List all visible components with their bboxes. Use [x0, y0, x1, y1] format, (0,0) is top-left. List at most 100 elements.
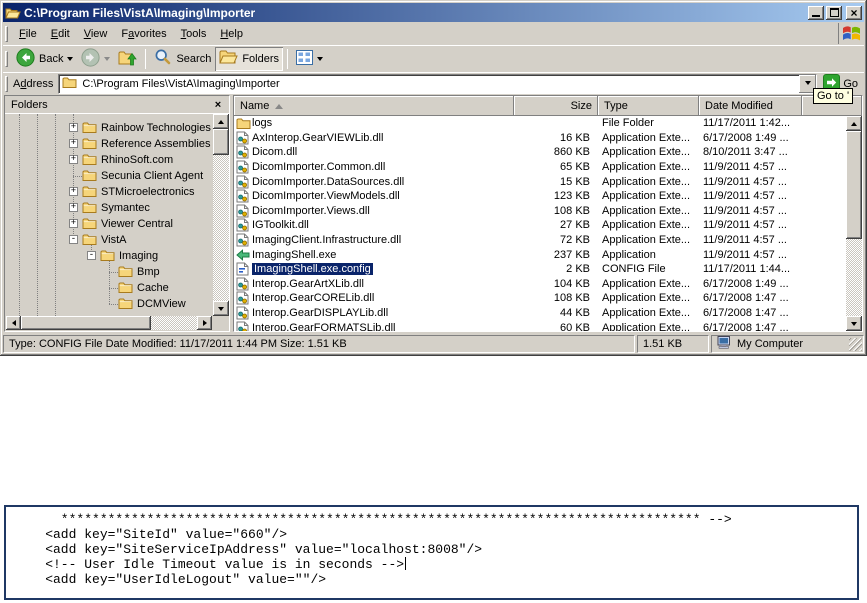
close-button[interactable]: ×	[846, 5, 862, 20]
file-name[interactable]: Interop.GearDISPLAYLib.dll	[252, 307, 388, 319]
tree-item[interactable]: + RhinoSoft.com	[6, 152, 212, 168]
tree-item[interactable]: DCMView	[6, 296, 212, 312]
file-name[interactable]: DicomImporter.DataSources.dll	[252, 176, 404, 188]
forward-button[interactable]	[77, 47, 114, 71]
tree-item-label[interactable]: Bmp	[135, 265, 162, 279]
tree-item[interactable]: Bmp	[6, 264, 212, 280]
file-name[interactable]: Dicom.dll	[252, 146, 297, 158]
tree-item[interactable]: + Rainbow Technologies	[6, 120, 212, 136]
tree-horizontal-scrollbar[interactable]	[6, 316, 212, 330]
tree-item-label[interactable]: Rainbow Technologies	[99, 121, 212, 135]
menu-item-tools[interactable]: Tools	[174, 26, 214, 42]
file-row[interactable]: AxInterop.GearVIEWLib.dll 16 KB Applicatio…	[234, 131, 846, 146]
menu-item-file[interactable]: File	[12, 26, 44, 42]
minimize-button[interactable]	[808, 5, 824, 20]
tree-toggle-plus[interactable]: +	[69, 187, 78, 196]
tree-toggle-minus[interactable]: -	[69, 235, 78, 244]
column-header-name[interactable]: Name	[234, 96, 514, 116]
file-name[interactable]: Interop.GearArtXLib.dll	[252, 278, 364, 290]
file-name[interactable]: DicomImporter.Common.dll	[252, 161, 385, 173]
tree-item[interactable]: + Viewer Central	[6, 216, 212, 232]
scroll-right-icon[interactable]	[197, 316, 212, 330]
file-name[interactable]: Interop.GearCORELib.dll	[252, 292, 374, 304]
file-row[interactable]: DicomImporter.ViewModels.dll 123 KB Applic…	[234, 189, 846, 204]
file-name[interactable]: DicomImporter.ViewModels.dll	[252, 190, 400, 202]
tree-toggle-minus[interactable]: -	[87, 251, 96, 260]
file-name[interactable]: IGToolkit.dll	[252, 219, 309, 231]
address-input[interactable]: C:\Program Files\VistA\Imaging\Importer	[58, 73, 818, 94]
resize-grip[interactable]	[849, 338, 862, 351]
file-name[interactable]: ImagingShell.exe.config	[252, 263, 373, 276]
tree-scroll-thumb[interactable]	[213, 129, 229, 155]
tree-toggle-plus[interactable]: +	[69, 219, 78, 228]
column-header-type[interactable]: Type	[598, 96, 699, 116]
maximize-button[interactable]	[826, 5, 842, 20]
views-dropdown-icon[interactable]	[317, 57, 324, 64]
tree-toggle-plus[interactable]: +	[69, 139, 78, 148]
column-header-date-modified[interactable]: Date Modified	[699, 96, 802, 116]
file-row[interactable]: Dicom.dll 860 KB Application Exte... 8/10/2…	[234, 145, 846, 160]
tree-toggle-plus[interactable]: +	[69, 123, 78, 132]
tree-vertical-scrollbar[interactable]	[213, 114, 229, 316]
file-name[interactable]: ImagingShell.exe	[252, 249, 336, 261]
forward-dropdown-icon[interactable]	[104, 57, 111, 64]
scroll-down-icon[interactable]	[213, 301, 229, 316]
folders-button[interactable]: Folders	[215, 46, 284, 71]
tree-toggle-plus[interactable]: +	[69, 155, 78, 164]
scroll-left-icon[interactable]	[6, 316, 21, 330]
file-row[interactable]: ImagingShell.exe.config 2 KB CONFIG File 11…	[234, 262, 846, 277]
file-row[interactable]: logs File Folder 11/17/2011 1:42...	[234, 116, 846, 131]
tree-hscroll-thumb[interactable]	[21, 316, 151, 330]
tree-item[interactable]: Cache	[6, 280, 212, 296]
back-dropdown-icon[interactable]	[67, 57, 74, 64]
list-vertical-scrollbar[interactable]	[846, 116, 862, 331]
file-name[interactable]: Interop.GearFORMATSLib.dll	[252, 322, 395, 331]
views-button[interactable]	[292, 47, 327, 71]
list-scroll-thumb[interactable]	[846, 131, 862, 239]
up-button[interactable]	[114, 47, 141, 71]
tree-item-label[interactable]: Viewer Central	[99, 217, 175, 231]
tree-item[interactable]: + Symantec	[6, 200, 212, 216]
file-row[interactable]: Interop.GearCORELib.dll 108 KB Application…	[234, 291, 846, 306]
column-header-size[interactable]: Size	[514, 96, 598, 116]
menu-item-edit[interactable]: Edit	[44, 26, 77, 42]
tree-item[interactable]: + Reference Assemblies	[6, 136, 212, 152]
file-row[interactable]: ImagingShell.exe 237 KB Application 11/9/20…	[234, 247, 846, 262]
tree-item-label[interactable]: Secunia Client Agent	[99, 169, 205, 183]
tree-item[interactable]: + STMicroelectronics	[6, 184, 212, 200]
file-name[interactable]: DicomImporter.Views.dll	[252, 205, 370, 217]
scroll-up-icon[interactable]	[846, 116, 862, 131]
file-name[interactable]: ImagingClient.Infrastructure.dll	[252, 234, 401, 246]
address-grip[interactable]	[5, 75, 8, 92]
menu-item-favorites[interactable]: Favorites	[114, 26, 173, 42]
folders-close-icon[interactable]: ×	[211, 98, 225, 112]
file-row[interactable]: Interop.GearArtXLib.dll 104 KB Application…	[234, 277, 846, 292]
file-row[interactable]: DicomImporter.Views.dll 108 KB Application…	[234, 204, 846, 219]
menu-item-view[interactable]: View	[77, 26, 115, 42]
file-name[interactable]: AxInterop.GearVIEWLib.dll	[252, 132, 383, 144]
scroll-down-icon[interactable]	[846, 316, 862, 331]
list-scroll-track[interactable]	[846, 239, 862, 316]
tree-toggle-plus[interactable]: +	[69, 203, 78, 212]
menu-grip[interactable]	[5, 25, 8, 42]
tree-item-label[interactable]: VistA	[99, 233, 128, 247]
toolbar-grip[interactable]	[5, 50, 8, 67]
scroll-up-icon[interactable]	[213, 114, 229, 129]
tree-item-label[interactable]: Imaging	[117, 249, 160, 263]
file-row[interactable]: DicomImporter.Common.dll 65 KB Application…	[234, 160, 846, 175]
tree-scroll-track[interactable]	[213, 155, 229, 301]
tree-item-label[interactable]: DCMView	[135, 297, 188, 311]
tree-item-label[interactable]: Cache	[135, 281, 171, 295]
tree-item[interactable]: - Imaging	[6, 248, 212, 264]
tree-item-label[interactable]: STMicroelectronics	[99, 185, 197, 199]
tree-item-label[interactable]: Reference Assemblies	[99, 137, 212, 151]
file-row[interactable]: Interop.GearFORMATSLib.dll 60 KB Applicati…	[234, 320, 846, 331]
tree-item[interactable]: Secunia Client Agent	[6, 168, 212, 184]
search-button[interactable]: Search	[150, 47, 215, 71]
tree-item-label[interactable]: Symantec	[99, 201, 152, 215]
tree-item-label[interactable]: RhinoSoft.com	[99, 153, 175, 167]
file-row[interactable]: DicomImporter.DataSources.dll 15 KB Applic…	[234, 174, 846, 189]
file-row[interactable]: Interop.GearDISPLAYLib.dll 44 KB Applicati…	[234, 306, 846, 321]
file-row[interactable]: IGToolkit.dll 27 KB Application Exte... 11/…	[234, 218, 846, 233]
menu-item-help[interactable]: Help	[213, 26, 250, 42]
